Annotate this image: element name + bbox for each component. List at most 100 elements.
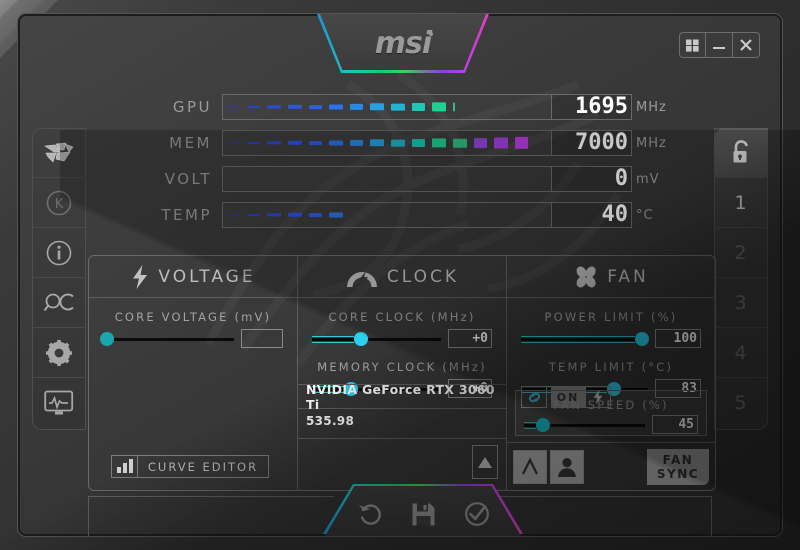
main-screen: msi GPU 1695 MHz MEM 7000 MHz VOLT 0 mV … — [18, 14, 782, 536]
monitor-bar-segment — [267, 213, 281, 217]
core-voltage-slider[interactable] — [100, 331, 234, 347]
person-icon — [558, 457, 576, 477]
profile-toolbar: 1 2 3 4 5 — [714, 128, 768, 430]
monitor-bar-segment — [329, 104, 343, 110]
unlock-profiles-button[interactable] — [714, 128, 768, 178]
auto-fan-button[interactable] — [513, 449, 547, 484]
gpu-info: NVIDIA GeForce RTX 3060 Ti 535.98 — [298, 382, 506, 432]
title-bar: msi — [18, 14, 782, 80]
curve-editor-button[interactable]: CURVE EDITOR — [111, 455, 269, 478]
monitor-bar-segment — [329, 140, 343, 146]
monitor-bar-temp — [222, 202, 552, 228]
apply-button[interactable] — [464, 501, 490, 527]
core-voltage-label: CORE VOLTAGE (mV) — [114, 310, 272, 324]
monitor-bar-segment — [494, 137, 508, 149]
unlock-icon — [733, 139, 748, 162]
core-clock-slider[interactable] — [312, 331, 441, 347]
close-button[interactable] — [733, 32, 760, 58]
monitor-bar-segment — [287, 141, 302, 145]
monitor-bar-segment — [308, 104, 323, 110]
left-toolbar: K — [32, 128, 86, 430]
panel-clock: CLOCK CORE CLOCK (MHz) +0 MEMORY CLOCK (… — [297, 256, 506, 490]
panel-header-clock: CLOCK — [298, 256, 506, 298]
fan-speed-value[interactable]: 45 — [652, 415, 698, 434]
power-limit-slider[interactable] — [521, 331, 649, 347]
power-limit-label: POWER LIMIT (%) — [544, 310, 678, 324]
sidebar-item-info[interactable] — [32, 228, 86, 278]
profile-slot-4[interactable]: 4 — [714, 328, 768, 378]
core-clock-label: CORE CLOCK (MHz) — [328, 310, 476, 324]
control-panels: VOLTAGE CORE VOLTAGE (mV) CURVE EDITOR C… — [88, 255, 716, 491]
profile-slot-5[interactable]: 5 — [714, 378, 768, 428]
svg-text:K: K — [55, 197, 64, 212]
monitor-bar-segment — [391, 139, 405, 147]
power-limit-value[interactable]: 100 — [655, 329, 701, 348]
bottom-frame-left — [88, 496, 334, 536]
save-button[interactable] — [411, 502, 436, 527]
monitor-bar-segment — [432, 102, 446, 112]
panel-title-fan: FAN — [607, 266, 649, 287]
msi-logo-dot — [429, 32, 433, 36]
info-icon — [46, 240, 72, 265]
profile-slot-1[interactable]: 1 — [714, 178, 768, 228]
window-controls — [679, 32, 760, 58]
profile-slot-3[interactable]: 3 — [714, 278, 768, 328]
sidebar-item-settings[interactable] — [32, 328, 86, 378]
monitor-value-gpu: 1695 — [552, 94, 632, 120]
reset-button[interactable] — [357, 501, 383, 527]
reset-arrow-icon — [358, 504, 381, 525]
fan-blades-icon — [576, 266, 596, 287]
kombustor-icon: K — [46, 190, 72, 215]
sidebar-item-kombustor[interactable]: K — [32, 178, 86, 228]
oc-scanner-icon — [43, 293, 74, 311]
lightning-bolt-icon — [133, 264, 148, 289]
fan-speed-slider[interactable] — [524, 417, 645, 433]
fan-speed-slider-row: 45 — [516, 415, 706, 434]
sidebar-item-oc-scanner[interactable] — [32, 278, 86, 328]
fan-panel-bottom: FAN SYNC — [507, 442, 715, 490]
sidebar-item-monitoring[interactable] — [32, 378, 86, 428]
panel-voltage: VOLTAGE CORE VOLTAGE (mV) CURVE EDITOR — [89, 256, 297, 490]
settings-gear-icon — [46, 339, 72, 366]
triangle-up-icon — [478, 456, 492, 468]
monitor-bar-gpu — [222, 94, 552, 120]
monitor-unit-mem: MHz — [636, 135, 667, 151]
monitor-label-volt: VOLT — [164, 170, 212, 188]
core-voltage-slider-row — [100, 329, 283, 348]
monitor-row-temp: TEMP 40 °C — [150, 202, 670, 228]
windows-icon — [686, 39, 699, 52]
monitor-bar-segment — [411, 103, 426, 111]
monitor-bar-segment — [226, 214, 240, 216]
monitor-bar-segment — [287, 213, 302, 217]
panel-title-voltage: VOLTAGE — [158, 266, 256, 287]
profile-slot-2[interactable]: 2 — [714, 228, 768, 278]
monitor-row-volt: VOLT 0 mV — [150, 166, 670, 192]
sidebar-item-dragon[interactable] — [32, 128, 86, 178]
monitor-bar-segment — [246, 141, 261, 145]
monitor-label-temp: TEMP — [161, 206, 212, 224]
msi-dragon-logo-icon — [44, 142, 74, 163]
fan-sync-button[interactable]: FAN SYNC — [647, 449, 709, 485]
core-voltage-value[interactable] — [241, 329, 283, 348]
expand-up-button[interactable] — [472, 445, 498, 479]
core-clock-value[interactable]: +0 — [448, 329, 492, 348]
minimize-button[interactable] — [706, 32, 733, 58]
monitor-label-mem: MEM — [169, 134, 212, 152]
windows-button[interactable] — [679, 32, 706, 58]
fan-sync-line1: FAN — [662, 453, 694, 467]
auto-a-icon — [522, 457, 538, 474]
monitor-bar-segment — [287, 105, 302, 109]
clock-panel-bottom — [298, 438, 506, 490]
user-profile-button[interactable] — [550, 449, 584, 484]
fan-speed-label: FAN SPEED (%) — [553, 398, 669, 412]
monitor-bar-segment — [370, 103, 384, 111]
speedometer-icon — [346, 270, 377, 287]
profile-label-3: 3 — [734, 291, 748, 314]
monitor-bar-segment — [391, 103, 405, 111]
bar-chart-icon — [112, 456, 138, 477]
monitor-unit-volt: mV — [636, 171, 660, 187]
floppy-disk-icon — [412, 503, 434, 525]
profile-label-2: 2 — [734, 241, 748, 264]
monitor-bar-segment — [370, 139, 384, 147]
fan-speed-control: FAN SPEED (%) 45 — [515, 390, 707, 436]
